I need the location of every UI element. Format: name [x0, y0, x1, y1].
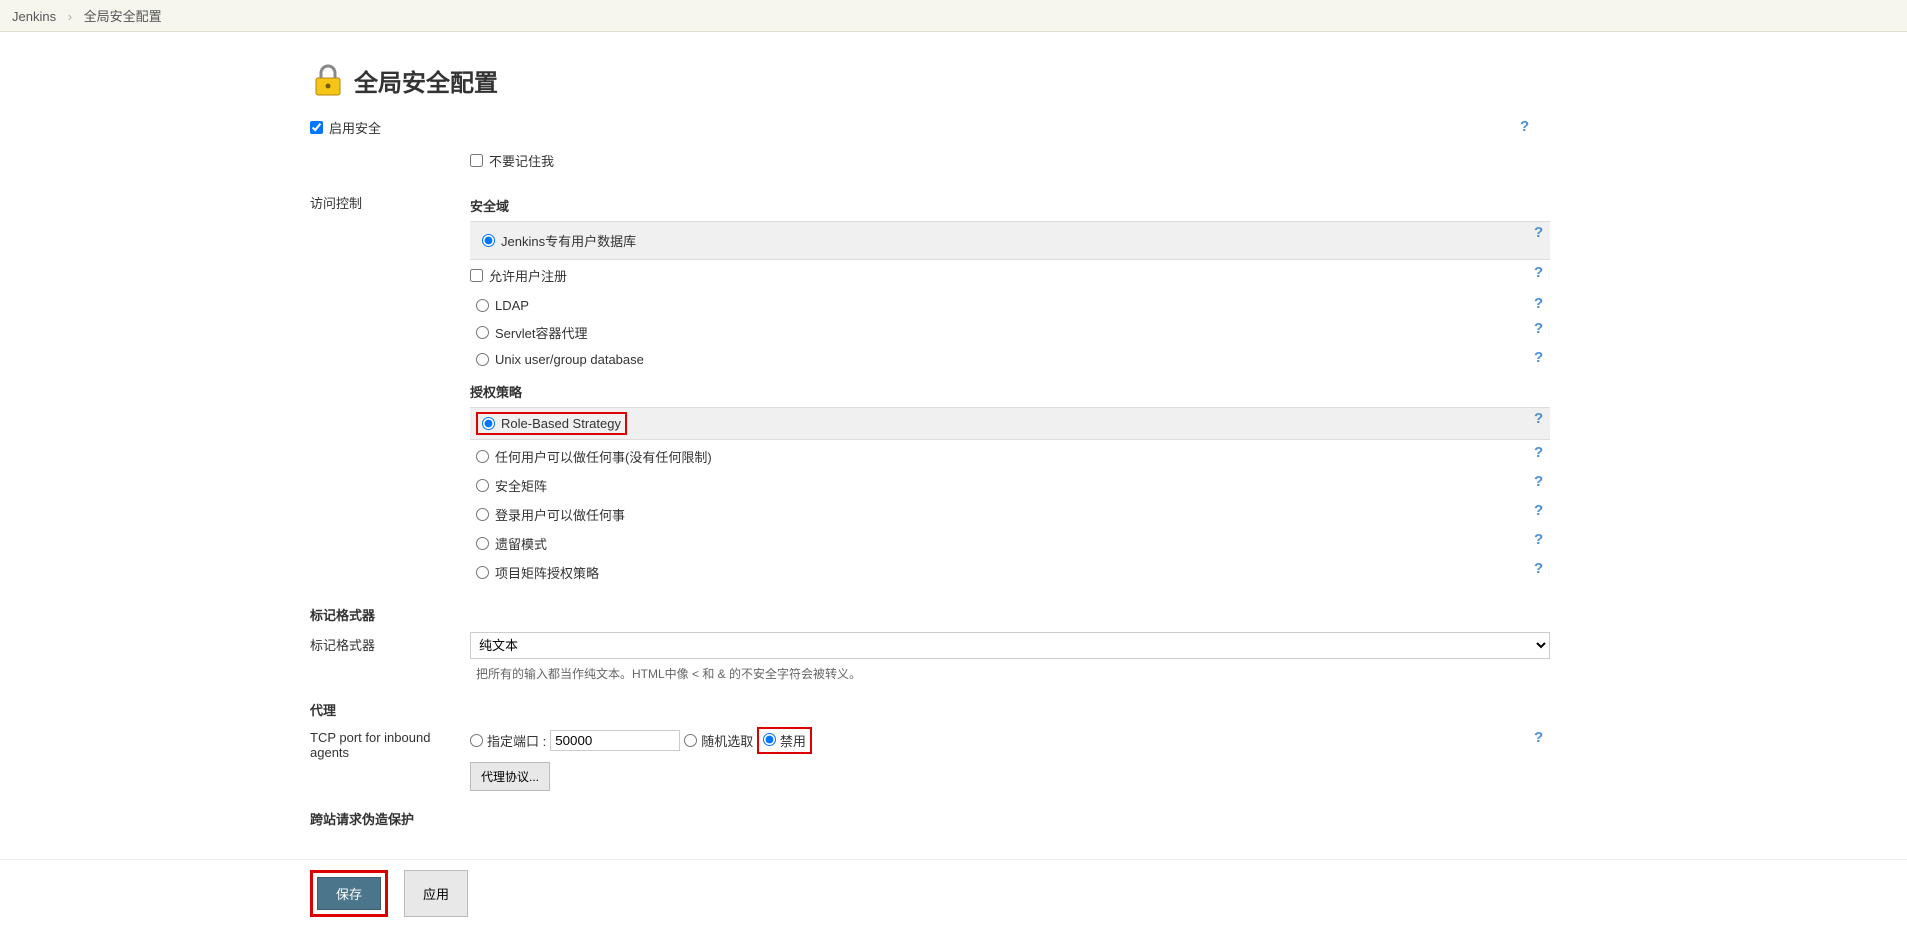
- help-icon[interactable]: ?: [1534, 410, 1550, 426]
- realm-ldap-label: LDAP: [495, 298, 529, 313]
- authz-role-based-label: Role-Based Strategy: [501, 416, 621, 431]
- agent-protocol-button[interactable]: 代理协议...: [470, 762, 550, 791]
- tcp-fixed-radio[interactable]: [470, 734, 483, 747]
- tcp-port-label: TCP port for inbound agents: [310, 727, 470, 760]
- allow-signup-label: 允许用户注册: [489, 266, 567, 285]
- authz-project-matrix-label: 项目矩阵授权策略: [495, 563, 599, 582]
- page-title: 全局安全配置: [354, 63, 498, 98]
- access-control-label: 访问控制: [310, 190, 470, 212]
- button-bar: 保存 应用: [0, 859, 1907, 927]
- help-icon[interactable]: ?: [1534, 502, 1550, 518]
- tcp-fixed-label: 指定端口 :: [487, 731, 546, 750]
- csrf-heading: 跨站请求伪造保护: [310, 809, 1550, 828]
- help-icon[interactable]: ?: [1534, 349, 1550, 365]
- authz-role-based-radio[interactable]: [482, 417, 495, 430]
- markup-label: 标记格式器: [310, 632, 470, 654]
- security-realm-heading: 安全域: [470, 196, 1550, 215]
- enable-security-checkbox[interactable]: [310, 121, 323, 134]
- authz-anyone-radio[interactable]: [476, 450, 489, 463]
- help-icon[interactable]: ?: [1534, 444, 1550, 460]
- realm-ldap-radio[interactable]: [476, 299, 489, 312]
- authz-heading: 授权策略: [470, 382, 1550, 401]
- breadcrumb-separator: ›: [68, 9, 72, 24]
- realm-unix-label: Unix user/group database: [495, 352, 644, 367]
- breadcrumb-root[interactable]: Jenkins: [12, 9, 56, 24]
- realm-servlet-radio[interactable]: [476, 326, 489, 339]
- save-highlight: 保存: [310, 870, 388, 917]
- allow-signup-checkbox[interactable]: [470, 269, 483, 282]
- page-header: 全局安全配置: [310, 62, 1550, 98]
- help-icon[interactable]: ?: [1534, 264, 1550, 280]
- markup-formatter-select[interactable]: 纯文本: [470, 632, 1550, 659]
- realm-jenkins-db-radio[interactable]: [482, 234, 495, 247]
- realm-jenkins-db-label: Jenkins专有用户数据库: [501, 231, 636, 250]
- realm-unix-radio[interactable]: [476, 353, 489, 366]
- enable-security-row: 启用安全: [310, 118, 1550, 137]
- role-based-highlight: Role-Based Strategy: [476, 412, 627, 435]
- apply-button[interactable]: 应用: [404, 870, 468, 917]
- remember-me-row: 不要记住我: [470, 151, 1550, 170]
- realm-servlet-label: Servlet容器代理: [495, 323, 587, 342]
- remember-me-label: 不要记住我: [489, 151, 554, 170]
- authz-matrix-label: 安全矩阵: [495, 476, 547, 495]
- authz-legacy-label: 遗留模式: [495, 534, 547, 553]
- authz-logged-in-label: 登录用户可以做任何事: [495, 505, 625, 524]
- tcp-random-label: 随机选取: [701, 731, 753, 750]
- agent-heading: 代理: [310, 700, 1550, 719]
- markup-hint: 把所有的输入都当作纯文本。HTML中像 < 和 & 的不安全字符会被转义。: [470, 665, 1550, 682]
- authz-matrix-radio[interactable]: [476, 479, 489, 492]
- save-button[interactable]: 保存: [317, 877, 381, 910]
- help-icon[interactable]: ?: [1534, 320, 1550, 336]
- authz-logged-in-radio[interactable]: [476, 508, 489, 521]
- tcp-disabled-label: 禁用: [780, 734, 806, 749]
- help-icon[interactable]: ?: [1534, 224, 1550, 240]
- tcp-disabled-highlight: 禁用: [757, 727, 812, 754]
- markup-heading: 标记格式器: [310, 605, 1550, 624]
- authz-anyone-label: 任何用户可以做任何事(没有任何限制): [495, 447, 712, 466]
- tcp-disabled-radio[interactable]: [763, 733, 776, 746]
- breadcrumb: Jenkins › 全局安全配置: [0, 0, 1907, 32]
- tcp-random-radio[interactable]: [684, 734, 697, 747]
- remember-me-checkbox[interactable]: [470, 154, 483, 167]
- lock-icon: [310, 62, 346, 98]
- authz-legacy-radio[interactable]: [476, 537, 489, 550]
- breadcrumb-current: 全局安全配置: [84, 9, 162, 24]
- help-icon[interactable]: ?: [1534, 560, 1550, 576]
- help-icon[interactable]: ?: [1534, 729, 1550, 745]
- help-icon[interactable]: ?: [1534, 531, 1550, 547]
- tcp-fixed-port-input[interactable]: [550, 730, 680, 751]
- authz-project-matrix-radio[interactable]: [476, 566, 489, 579]
- enable-security-label: 启用安全: [329, 118, 381, 137]
- help-icon[interactable]: ?: [1520, 118, 1536, 134]
- help-icon[interactable]: ?: [1534, 473, 1550, 489]
- help-icon[interactable]: ?: [1534, 295, 1550, 311]
